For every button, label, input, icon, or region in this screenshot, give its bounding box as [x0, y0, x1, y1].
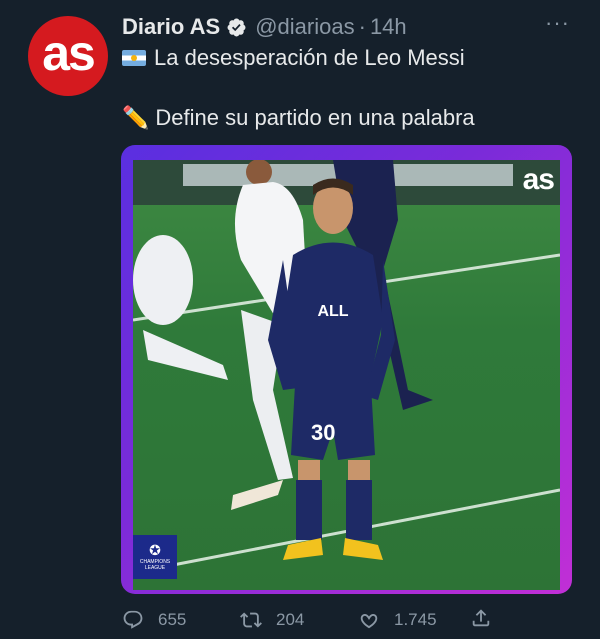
- like-count: 1.745: [394, 610, 437, 629]
- retweet-icon: [240, 612, 262, 628]
- pencil-icon: ✏️: [122, 105, 150, 130]
- media-image[interactable]: ALL 30: [133, 160, 560, 590]
- argentina-flag-icon: [122, 50, 146, 66]
- match-photo: ALL 30: [133, 160, 560, 567]
- more-options-icon[interactable]: ···: [545, 12, 570, 34]
- ucl-starball-icon: ✪: [149, 542, 161, 558]
- verified-badge-icon: [226, 17, 247, 38]
- as-watermark: as: [522, 163, 555, 196]
- retweet-count: 204: [276, 610, 305, 629]
- timestamp[interactable]: 14h: [370, 14, 407, 40]
- ucl-badge-text: CHAMPIONS LEAGUE: [139, 559, 171, 571]
- separator: ·: [358, 14, 366, 39]
- tweet-line2-text: Define su partido en una palabra: [155, 105, 475, 130]
- avatar-logo: as: [42, 25, 96, 81]
- reply-icon: [123, 610, 143, 629]
- sponsor-text: ALL: [317, 303, 348, 320]
- tweet-media[interactable]: ALL 30 as ✪ CHAMPIONS LEAGUE: [121, 145, 572, 594]
- share-icon: [472, 609, 490, 627]
- tweet-line1-text: La desesperación de Leo Messi: [154, 45, 465, 70]
- player-number: 30: [311, 420, 335, 445]
- tweet-text-line1: La desesperación de Leo Messi: [122, 45, 465, 71]
- avatar[interactable]: as: [28, 16, 108, 96]
- retweet-button[interactable]: 204: [240, 609, 358, 631]
- display-name[interactable]: Diario AS: [122, 14, 220, 40]
- tweet-header: Diario AS @diarioas · 14h: [122, 12, 580, 42]
- champions-league-badge: ✪ CHAMPIONS LEAGUE: [133, 535, 177, 579]
- share-button[interactable]: [470, 607, 492, 634]
- heart-icon: [360, 614, 378, 629]
- like-button[interactable]: 1.745: [358, 609, 476, 631]
- tweet-text-line2: ✏️ Define su partido en una palabra: [122, 105, 475, 131]
- reply-button[interactable]: 655: [122, 609, 240, 631]
- tweet-actions: 655 204 1.745: [122, 605, 502, 635]
- reply-count: 655: [158, 610, 187, 629]
- handle[interactable]: @diarioas: [255, 14, 354, 40]
